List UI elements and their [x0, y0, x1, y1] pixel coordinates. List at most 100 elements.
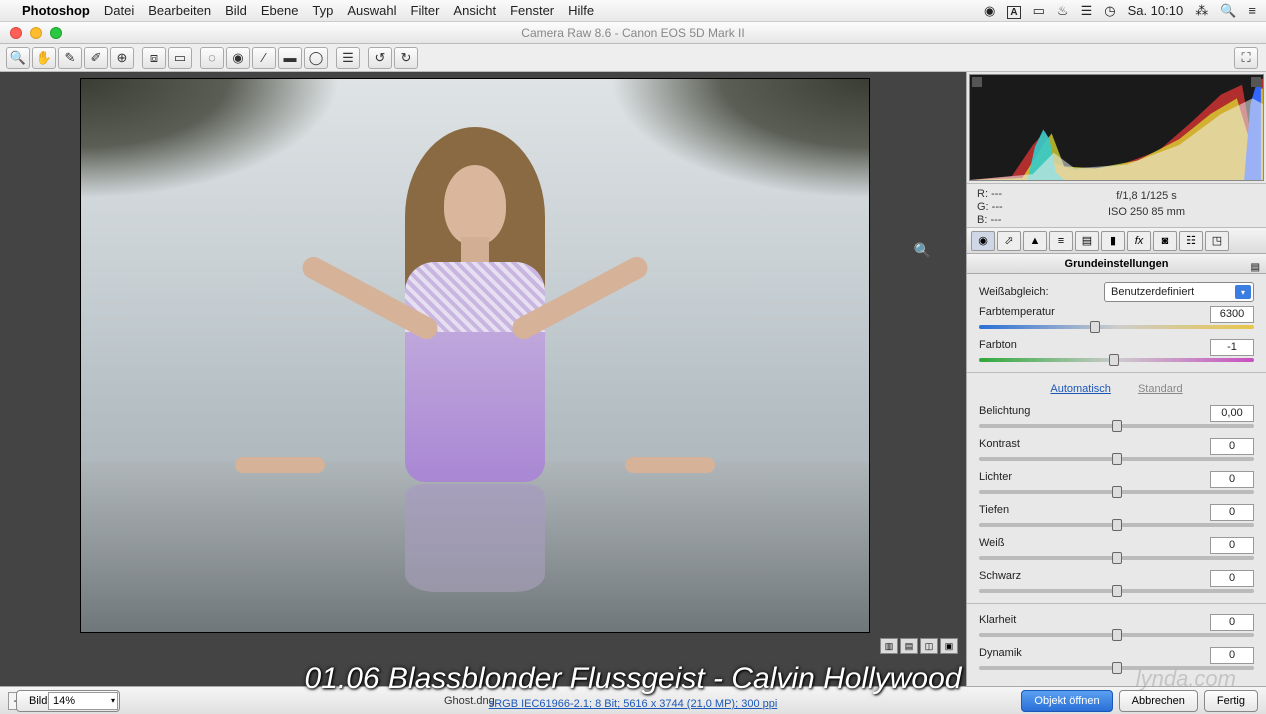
- chevron-down-icon: ▾: [1235, 285, 1251, 299]
- zoom-cursor-icon: 🔍: [914, 242, 931, 259]
- adjustments-panel: R: --- G: --- B: --- f/1,8 1/125 s ISO 2…: [966, 72, 1266, 686]
- adobe-icon[interactable]: A: [1007, 3, 1020, 18]
- exposure-slider[interactable]: [979, 424, 1254, 428]
- clarity-value[interactable]: 0: [1210, 614, 1254, 631]
- tab-split[interactable]: ▤: [1075, 231, 1099, 251]
- crop-tool[interactable]: ⧈: [142, 47, 166, 69]
- dynamic-slider[interactable]: [979, 666, 1254, 670]
- menu-typ[interactable]: Typ: [312, 3, 333, 18]
- spotlight-icon[interactable]: 🔍: [1220, 3, 1236, 19]
- menu-icon[interactable]: ≡: [1248, 3, 1256, 18]
- dynamic-label: Dynamik: [979, 647, 1210, 664]
- blacks-value[interactable]: 0: [1210, 570, 1254, 587]
- done-button[interactable]: Fertig: [1204, 690, 1258, 712]
- preferences-icon[interactable]: ☰: [336, 47, 360, 69]
- menu-bearbeiten[interactable]: Bearbeiten: [148, 3, 211, 18]
- preview-mode-3[interactable]: ◫: [920, 638, 938, 654]
- maximize-window-button[interactable]: [50, 27, 62, 39]
- tab-lens[interactable]: ▮: [1101, 231, 1125, 251]
- open-object-button[interactable]: Objekt öffnen: [1021, 690, 1112, 712]
- zoom-select[interactable]: 14%▾: [48, 692, 118, 710]
- white-balance-select[interactable]: Benutzerdefiniert▾: [1104, 282, 1254, 302]
- workflow-options-link[interactable]: sRGB IEC61966-2.1; 8 Bit; 5616 x 3744 (2…: [489, 698, 778, 710]
- close-window-button[interactable]: [10, 27, 22, 39]
- menubar-clock[interactable]: Sa. 10:10: [1128, 3, 1184, 18]
- shadows-slider[interactable]: [979, 523, 1254, 527]
- preview-mode-1[interactable]: ▥: [880, 638, 898, 654]
- temp-value[interactable]: 6300: [1210, 306, 1254, 323]
- readout-b: ---: [990, 214, 1001, 226]
- white-balance-tool[interactable]: ✎: [58, 47, 82, 69]
- shadows-value[interactable]: 0: [1210, 504, 1254, 521]
- contrast-value[interactable]: 0: [1210, 438, 1254, 455]
- red-eye-tool[interactable]: ◉: [226, 47, 250, 69]
- spot-removal-tool[interactable]: ◌: [200, 47, 224, 69]
- mac-menubar: Photoshop Datei Bearbeiten Bild Ebene Ty…: [0, 0, 1266, 22]
- menu-ansicht[interactable]: Ansicht: [453, 3, 496, 18]
- histogram[interactable]: [969, 74, 1264, 181]
- standard-link[interactable]: Standard: [1138, 383, 1183, 395]
- wifi-icon[interactable]: ☰: [1081, 3, 1093, 19]
- panel-tabs: ◉ ⬀ ▲ ≡ ▤ ▮ fx ◙ ☷ ◳: [967, 228, 1266, 254]
- zoom-tool[interactable]: 🔍: [6, 47, 30, 69]
- menu-ebene[interactable]: Ebene: [261, 3, 299, 18]
- menubar-extra-icon[interactable]: ⁂: [1195, 3, 1208, 19]
- menu-datei[interactable]: Datei: [104, 3, 134, 18]
- targeted-adjust-tool[interactable]: ⊕: [110, 47, 134, 69]
- panel-menu-icon[interactable]: ▤: [1251, 258, 1260, 278]
- preview-mode-2[interactable]: ▤: [900, 638, 918, 654]
- readout-r: ---: [991, 188, 1002, 200]
- dynamic-value[interactable]: 0: [1210, 647, 1254, 664]
- whites-value[interactable]: 0: [1210, 537, 1254, 554]
- hand-tool[interactable]: ✋: [32, 47, 56, 69]
- tab-detail[interactable]: ▲: [1023, 231, 1047, 251]
- tab-basic[interactable]: ◉: [971, 231, 995, 251]
- highlights-slider[interactable]: [979, 490, 1254, 494]
- exif-line1: f/1,8 1/125 s: [1037, 188, 1256, 204]
- highlight-clip-icon[interactable]: [1251, 77, 1261, 87]
- menu-fenster[interactable]: Fenster: [510, 3, 554, 18]
- tab-curve[interactable]: ⬀: [997, 231, 1021, 251]
- minimize-window-button[interactable]: [30, 27, 42, 39]
- image-canvas[interactable]: [80, 78, 870, 633]
- clock-icon[interactable]: ◷: [1104, 3, 1115, 19]
- cancel-button[interactable]: Abbrechen: [1119, 690, 1198, 712]
- tint-label: Farbton: [979, 339, 1210, 356]
- exposure-value[interactable]: 0,00: [1210, 405, 1254, 422]
- contrast-slider[interactable]: [979, 457, 1254, 461]
- highlights-value[interactable]: 0: [1210, 471, 1254, 488]
- tab-hsl[interactable]: ≡: [1049, 231, 1073, 251]
- straighten-tool[interactable]: ▭: [168, 47, 192, 69]
- adjustment-brush-tool[interactable]: ∕: [252, 47, 276, 69]
- menu-hilfe[interactable]: Hilfe: [568, 3, 594, 18]
- tab-presets[interactable]: ☷: [1179, 231, 1203, 251]
- app-name[interactable]: Photoshop: [22, 3, 90, 18]
- fullscreen-toggle[interactable]: ⛶: [1234, 47, 1258, 69]
- menu-filter[interactable]: Filter: [411, 3, 440, 18]
- menu-auswahl[interactable]: Auswahl: [347, 3, 396, 18]
- radial-filter-tool[interactable]: ◯: [304, 47, 328, 69]
- preview-mode-4[interactable]: ▣: [940, 638, 958, 654]
- metadata-readout: R: --- G: --- B: --- f/1,8 1/125 s ISO 2…: [967, 184, 1266, 228]
- auto-link[interactable]: Automatisch: [1050, 383, 1111, 395]
- blacks-slider[interactable]: [979, 589, 1254, 593]
- shadows-label: Tiefen: [979, 504, 1210, 521]
- clarity-slider[interactable]: [979, 633, 1254, 637]
- tab-snapshots[interactable]: ◳: [1205, 231, 1229, 251]
- temp-slider[interactable]: [979, 325, 1254, 329]
- rotate-left-tool[interactable]: ↺: [368, 47, 392, 69]
- graduated-filter-tool[interactable]: ▬: [278, 47, 302, 69]
- display-icon[interactable]: ▭: [1033, 3, 1045, 19]
- whites-slider[interactable]: [979, 556, 1254, 560]
- color-sampler-tool[interactable]: ✐: [84, 47, 108, 69]
- shadow-clip-icon[interactable]: [972, 77, 982, 87]
- filename-label: Ghost.dng: [444, 695, 495, 707]
- tint-slider[interactable]: [979, 358, 1254, 362]
- photo-preview: [81, 79, 869, 632]
- tab-fx[interactable]: fx: [1127, 231, 1151, 251]
- flame-icon[interactable]: ♨: [1057, 3, 1069, 19]
- menu-bild[interactable]: Bild: [225, 3, 247, 18]
- tint-value[interactable]: -1: [1210, 339, 1254, 356]
- rotate-right-tool[interactable]: ↻: [394, 47, 418, 69]
- tab-camera[interactable]: ◙: [1153, 231, 1177, 251]
